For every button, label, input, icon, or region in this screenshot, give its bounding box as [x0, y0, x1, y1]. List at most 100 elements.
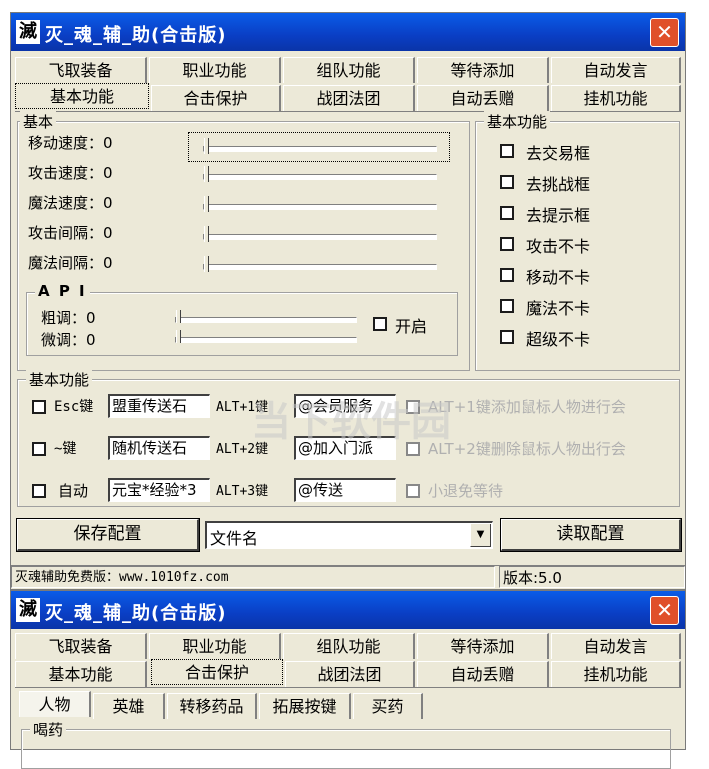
- fine-tune-thumb[interactable]: [176, 330, 181, 343]
- esc-key-label: Esc键: [54, 399, 94, 415]
- file-name-combo-text: 文件名: [210, 529, 259, 548]
- app-icon-2: 滅: [16, 598, 40, 622]
- magic-interval-slider[interactable]: [203, 264, 437, 270]
- hotkey-group-title: 基本功能: [26, 369, 93, 390]
- tab-fly-equip[interactable]: 飞取装备: [15, 57, 147, 83]
- tab2-war-group[interactable]: 战团法团: [285, 661, 415, 687]
- magic-speed-slider[interactable]: [203, 204, 437, 210]
- api-groupbox: A P I 粗调：0 微调：0 开启: [26, 282, 458, 356]
- remove-challenge-box-checkbox[interactable]: [500, 175, 514, 189]
- tab-auto-speak[interactable]: 自动发言: [551, 57, 681, 83]
- esc-item-input[interactable]: 盟重传送石: [108, 394, 210, 418]
- magic-interval-thumb[interactable]: [204, 256, 209, 272]
- close-button[interactable]: ✕: [650, 18, 679, 47]
- alt1-add-guild-label: ALT+1键添加鼠标人物进行会: [428, 398, 626, 416]
- quick-logout-label: 小退免等待: [428, 482, 504, 500]
- magic-speed-label: 魔法速度：0: [28, 194, 113, 212]
- tab-team-functions[interactable]: 组队功能: [283, 57, 415, 83]
- status-version: 版本:5.0: [499, 566, 685, 588]
- tab2-pending-add[interactable]: 等待添加: [417, 633, 549, 659]
- attack-interval-label: 攻击间隔：0: [28, 224, 113, 242]
- app-icon: 滅: [16, 20, 40, 44]
- fine-tune-label: 微调：0: [41, 331, 96, 349]
- alt3-command-input[interactable]: @传送: [294, 478, 396, 502]
- tab2-basic-functions[interactable]: 基本功能: [15, 661, 147, 687]
- tab2-auto-drop[interactable]: 自动丢赠: [417, 661, 549, 687]
- file-name-combo[interactable]: 文件名 ▼: [205, 521, 493, 549]
- subtab-buy-potions[interactable]: 买药: [353, 693, 423, 719]
- window-title-2: 灭_魂_辅_助(合击版): [45, 603, 227, 624]
- quick-logout-checkbox[interactable]: [406, 484, 420, 498]
- status-website: 灭魂辅助免费版：www.1010fz.com: [11, 566, 495, 588]
- tab2-team-functions[interactable]: 组队功能: [283, 633, 415, 659]
- subtab-hero[interactable]: 英雄: [93, 693, 165, 719]
- attack-interval-slider[interactable]: [203, 234, 437, 240]
- move-speed-slider[interactable]: [203, 146, 437, 152]
- subtab-transfer-potions[interactable]: 转移药品: [167, 693, 257, 719]
- alt2-remove-guild-label: ALT+2键删除鼠标人物出行会: [428, 440, 626, 458]
- tab-auto-drop[interactable]: 自动丢赠: [417, 85, 549, 111]
- magic-no-lag-checkbox[interactable]: [500, 299, 514, 313]
- second-window: 滅 灭_魂_辅_助(合击版) ✕ 飞取装备 职业功能 组队功能 等待添加 自动发…: [10, 590, 686, 769]
- close-button-2[interactable]: ✕: [650, 596, 679, 625]
- super-no-lag-checkbox[interactable]: [500, 330, 514, 344]
- remove-trade-box-checkbox[interactable]: [500, 144, 514, 158]
- tab-class-functions[interactable]: 职业功能: [149, 57, 281, 83]
- subtab-character[interactable]: 人物: [19, 691, 91, 717]
- tab-pending-add[interactable]: 等待添加: [417, 57, 549, 83]
- tab-idle-functions[interactable]: 挂机功能: [551, 85, 681, 111]
- move-speed-thumb[interactable]: [204, 138, 209, 154]
- remove-hint-box-checkbox[interactable]: [500, 206, 514, 220]
- chevron-down-icon[interactable]: ▼: [470, 524, 491, 547]
- attack-speed-slider[interactable]: [203, 174, 437, 180]
- attack-no-lag-checkbox[interactable]: [500, 237, 514, 251]
- fine-tune-slider[interactable]: [175, 337, 357, 343]
- coarse-tune-slider[interactable]: [175, 317, 357, 323]
- title-bar[interactable]: 滅 灭_魂_辅_助(合击版) ✕: [11, 13, 685, 51]
- subtab-extend-keys[interactable]: 拓展按键: [259, 693, 351, 719]
- title-bar-2[interactable]: 滅 灭_魂_辅_助(合击版) ✕: [11, 591, 685, 629]
- tab2-combo-protect[interactable]: 合击保护: [151, 659, 283, 685]
- load-config-button[interactable]: 读取配置: [500, 518, 682, 552]
- attack-interval-thumb[interactable]: [204, 226, 209, 242]
- drink-potion-groupbox: 喝药: [21, 719, 671, 769]
- basic-group-title: 基本: [20, 111, 57, 132]
- magic-no-lag-label: 魔法不卡: [526, 299, 591, 318]
- auto-checkbox[interactable]: [32, 484, 46, 498]
- attack-speed-label: 攻击速度：0: [28, 164, 113, 182]
- magic-speed-thumb[interactable]: [204, 196, 209, 212]
- tab2-fly-equip[interactable]: 飞取装备: [15, 633, 147, 659]
- attack-speed-thumb[interactable]: [204, 166, 209, 182]
- tilde-item-input[interactable]: 随机传送石: [108, 436, 210, 460]
- esc-key-checkbox[interactable]: [32, 400, 46, 414]
- alt3-hotkey-label: ALT+3键: [216, 484, 269, 499]
- remove-hint-box-label: 去提示框: [526, 206, 591, 225]
- remove-challenge-box-label: 去挑战框: [526, 175, 591, 194]
- tilde-key-checkbox[interactable]: [32, 442, 46, 456]
- watermark-logo: 当下软件园: [251, 399, 451, 445]
- basic-groupbox: 基本 移动速度：0 攻击速度：0 魔法速度：0 攻击间隔：0 魔法间隔：0 A …: [17, 111, 470, 371]
- tab-war-group[interactable]: 战团法团: [283, 85, 415, 111]
- save-config-button[interactable]: 保存配置: [16, 518, 200, 552]
- tab-combo-protect[interactable]: 合击保护: [151, 85, 281, 111]
- move-no-lag-label: 移动不卡: [526, 268, 591, 287]
- tab2-auto-speak[interactable]: 自动发言: [551, 633, 681, 659]
- move-no-lag-checkbox[interactable]: [500, 268, 514, 282]
- tab2-class-functions[interactable]: 职业功能: [149, 633, 281, 659]
- tab2-idle-functions[interactable]: 挂机功能: [551, 661, 681, 687]
- basic-features-title: 基本功能: [484, 111, 551, 132]
- tab-basic-functions[interactable]: 基本功能: [15, 83, 149, 109]
- auto-item-input[interactable]: 元宝*经验*3: [108, 478, 210, 502]
- main-window: 滅 灭_魂_辅_助(合击版) ✕ 飞取装备 职业功能 组队功能 等待添加 自动发…: [10, 12, 686, 590]
- attack-no-lag-label: 攻击不卡: [526, 237, 591, 256]
- tilde-key-label: ~键: [54, 441, 77, 457]
- coarse-tune-thumb[interactable]: [176, 310, 181, 323]
- auto-label: 自动: [58, 482, 89, 500]
- remove-trade-box-label: 去交易框: [526, 144, 591, 163]
- api-enable-checkbox[interactable]: [373, 317, 387, 331]
- api-enable-label: 开启: [395, 317, 428, 336]
- move-speed-label: 移动速度：0: [28, 134, 113, 152]
- drink-potion-title: 喝药: [30, 719, 67, 740]
- coarse-tune-label: 粗调：0: [41, 309, 96, 327]
- window-title: 灭_魂_辅_助(合击版): [45, 25, 227, 46]
